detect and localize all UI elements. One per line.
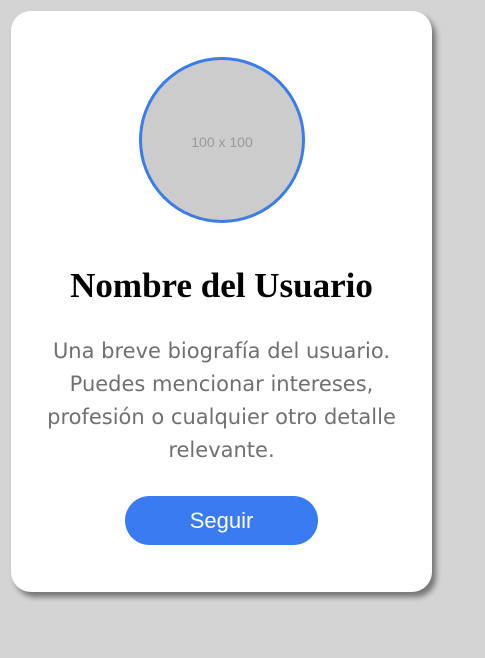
user-bio: Una breve biografía del usuario. Puedes … [47,339,396,462]
profile-card: 100 x 100 Nombre del Usuario Una breve b… [11,11,432,592]
avatar: 100 x 100 [139,57,305,223]
user-name: Nombre del Usuario [70,266,373,305]
follow-button[interactable]: Seguir [125,496,318,545]
avatar-placeholder-text: 100 x 100 [191,134,253,150]
